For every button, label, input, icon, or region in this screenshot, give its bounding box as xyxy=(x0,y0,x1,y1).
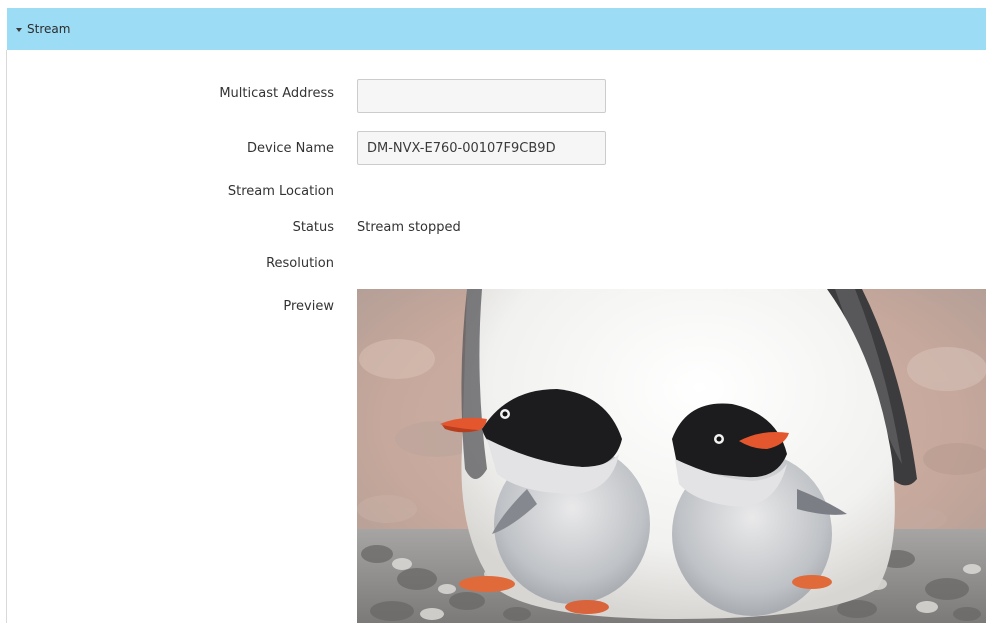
preview-label: Preview xyxy=(283,299,334,314)
panel-border xyxy=(6,50,7,623)
device-name-input[interactable] xyxy=(357,131,606,165)
multicast-address-input[interactable] xyxy=(357,79,606,113)
status-label: Status xyxy=(292,220,334,235)
device-name-label: Device Name xyxy=(247,141,334,156)
resolution-label: Resolution xyxy=(266,256,334,271)
section-title: Stream xyxy=(27,22,71,36)
stream-location-label: Stream Location xyxy=(227,184,334,199)
multicast-address-label: Multicast Address xyxy=(219,86,334,101)
stream-panel: Stream Multicast Address Device Name Str… xyxy=(0,0,986,623)
status-value: Stream stopped xyxy=(357,220,461,235)
caret-down-icon[interactable] xyxy=(16,27,22,32)
section-header-stream[interactable]: Stream xyxy=(7,8,986,50)
stream-preview-image xyxy=(357,289,986,623)
